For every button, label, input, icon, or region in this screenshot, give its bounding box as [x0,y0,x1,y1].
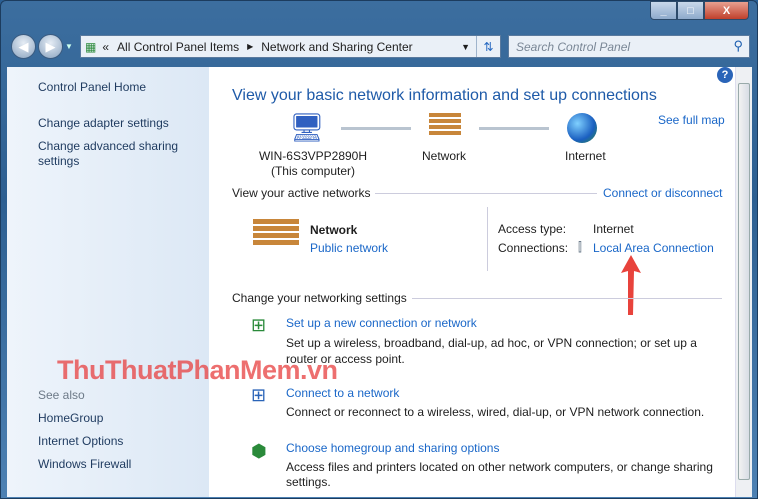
local-area-connection-link[interactable]: Local Area Connection [593,241,714,255]
bench-icon [429,113,461,135]
divider [375,193,597,194]
divider [412,298,722,299]
see-full-map-link[interactable]: See full map [658,113,725,127]
setup-connection-link[interactable]: Set up a new connection or network [286,316,477,330]
access-type-value: Internet [593,222,634,236]
network-bench-icon [253,219,299,245]
minimize-button[interactable]: _ [650,1,677,20]
network-name: Network [310,223,358,237]
red-arrow-icon [621,255,641,315]
breadcrumb-network-center[interactable]: Network and Sharing Center [261,40,412,54]
vertical-scrollbar[interactable] [735,67,752,497]
map-internet[interactable]: Internet [565,149,606,163]
breadcrumb-all-items[interactable]: All Control Panel Items [117,40,239,54]
connect-network-icon: ⊞ [251,385,267,405]
search-icon[interactable]: ⚲ [733,38,743,54]
caption-buttons: _ □ X [650,1,749,20]
computer-icon: 🖥 [289,112,325,143]
sidebar-homegroup[interactable]: HomeGroup [38,411,103,425]
public-network-link[interactable]: Public network [310,241,388,255]
main-content: ? View your basic network information an… [209,67,735,497]
sidebar-advanced-sharing[interactable]: Change advanced sharing settings [38,139,188,169]
connect-disconnect-link[interactable]: Connect or disconnect [603,186,722,200]
watermark: ThuThuatPhanMem.vn [57,355,338,385]
map-line [341,127,411,130]
divider [487,207,488,271]
map-computer[interactable]: WIN-6S3VPP2890H (This computer) [253,149,373,179]
sidebar: Control Panel Home Change adapter settin… [7,67,209,497]
computer-name: WIN-6S3VPP2890H [258,149,368,163]
computer-sub: (This computer) [270,164,356,178]
search-input[interactable]: Search Control Panel ⚲ [508,35,750,58]
homegroup-icon: ⬢ [251,441,267,461]
breadcrumb-arrow-icon[interactable]: ▶ [247,42,253,51]
window: _ □ X ◀ ▶ ▼ ▦ « All Control Panel Items … [0,0,758,499]
back-button[interactable]: ◀ [11,34,36,59]
ethernet-icon: ⫿ [578,240,582,254]
homegroup-desc: Access files and printers located on oth… [286,460,713,489]
nav-buttons: ◀ ▶ ▼ [11,34,73,59]
active-networks-header: View your active networks [232,186,371,200]
search-placeholder: Search Control Panel [516,40,631,54]
connections-label: Connections: [498,241,569,255]
sidebar-windows-firewall[interactable]: Windows Firewall [38,457,131,471]
sidebar-adapter-settings[interactable]: Change adapter settings [38,116,169,130]
page-title: View your basic network information and … [232,87,657,104]
address-bar[interactable]: ▦ « All Control Panel Items ▶ Network an… [80,35,501,58]
close-button[interactable]: X [704,1,749,20]
control-panel-icon: ▦ [85,39,97,54]
change-settings-header: Change your networking settings [232,291,407,305]
sidebar-home[interactable]: Control Panel Home [38,80,146,94]
homegroup-link[interactable]: Choose homegroup and sharing options [286,441,499,455]
recent-pages-dropdown-icon[interactable]: ▼ [65,42,73,51]
see-also-label: See also [38,388,85,402]
new-connection-icon: ⊞ [251,315,267,335]
globe-icon [567,113,597,143]
access-type-label: Access type: [498,222,567,236]
sidebar-internet-options[interactable]: Internet Options [38,434,123,448]
forward-button[interactable]: ▶ [38,34,63,59]
map-network[interactable]: Network [422,149,466,163]
maximize-button[interactable]: □ [677,1,704,20]
refresh-icon[interactable]: ⇅ [476,36,500,57]
map-line [479,127,549,130]
connect-network-desc: Connect or reconnect to a wireless, wire… [286,405,705,419]
setup-connection-desc: Set up a wireless, broadband, dial-up, a… [286,336,697,366]
help-icon[interactable]: ? [717,67,733,83]
scrollbar-thumb[interactable] [738,83,750,480]
connect-network-link[interactable]: Connect to a network [286,386,399,400]
overflow-chevron-icon[interactable]: « [102,40,109,54]
address-dropdown-icon[interactable]: ▼ [461,42,470,52]
